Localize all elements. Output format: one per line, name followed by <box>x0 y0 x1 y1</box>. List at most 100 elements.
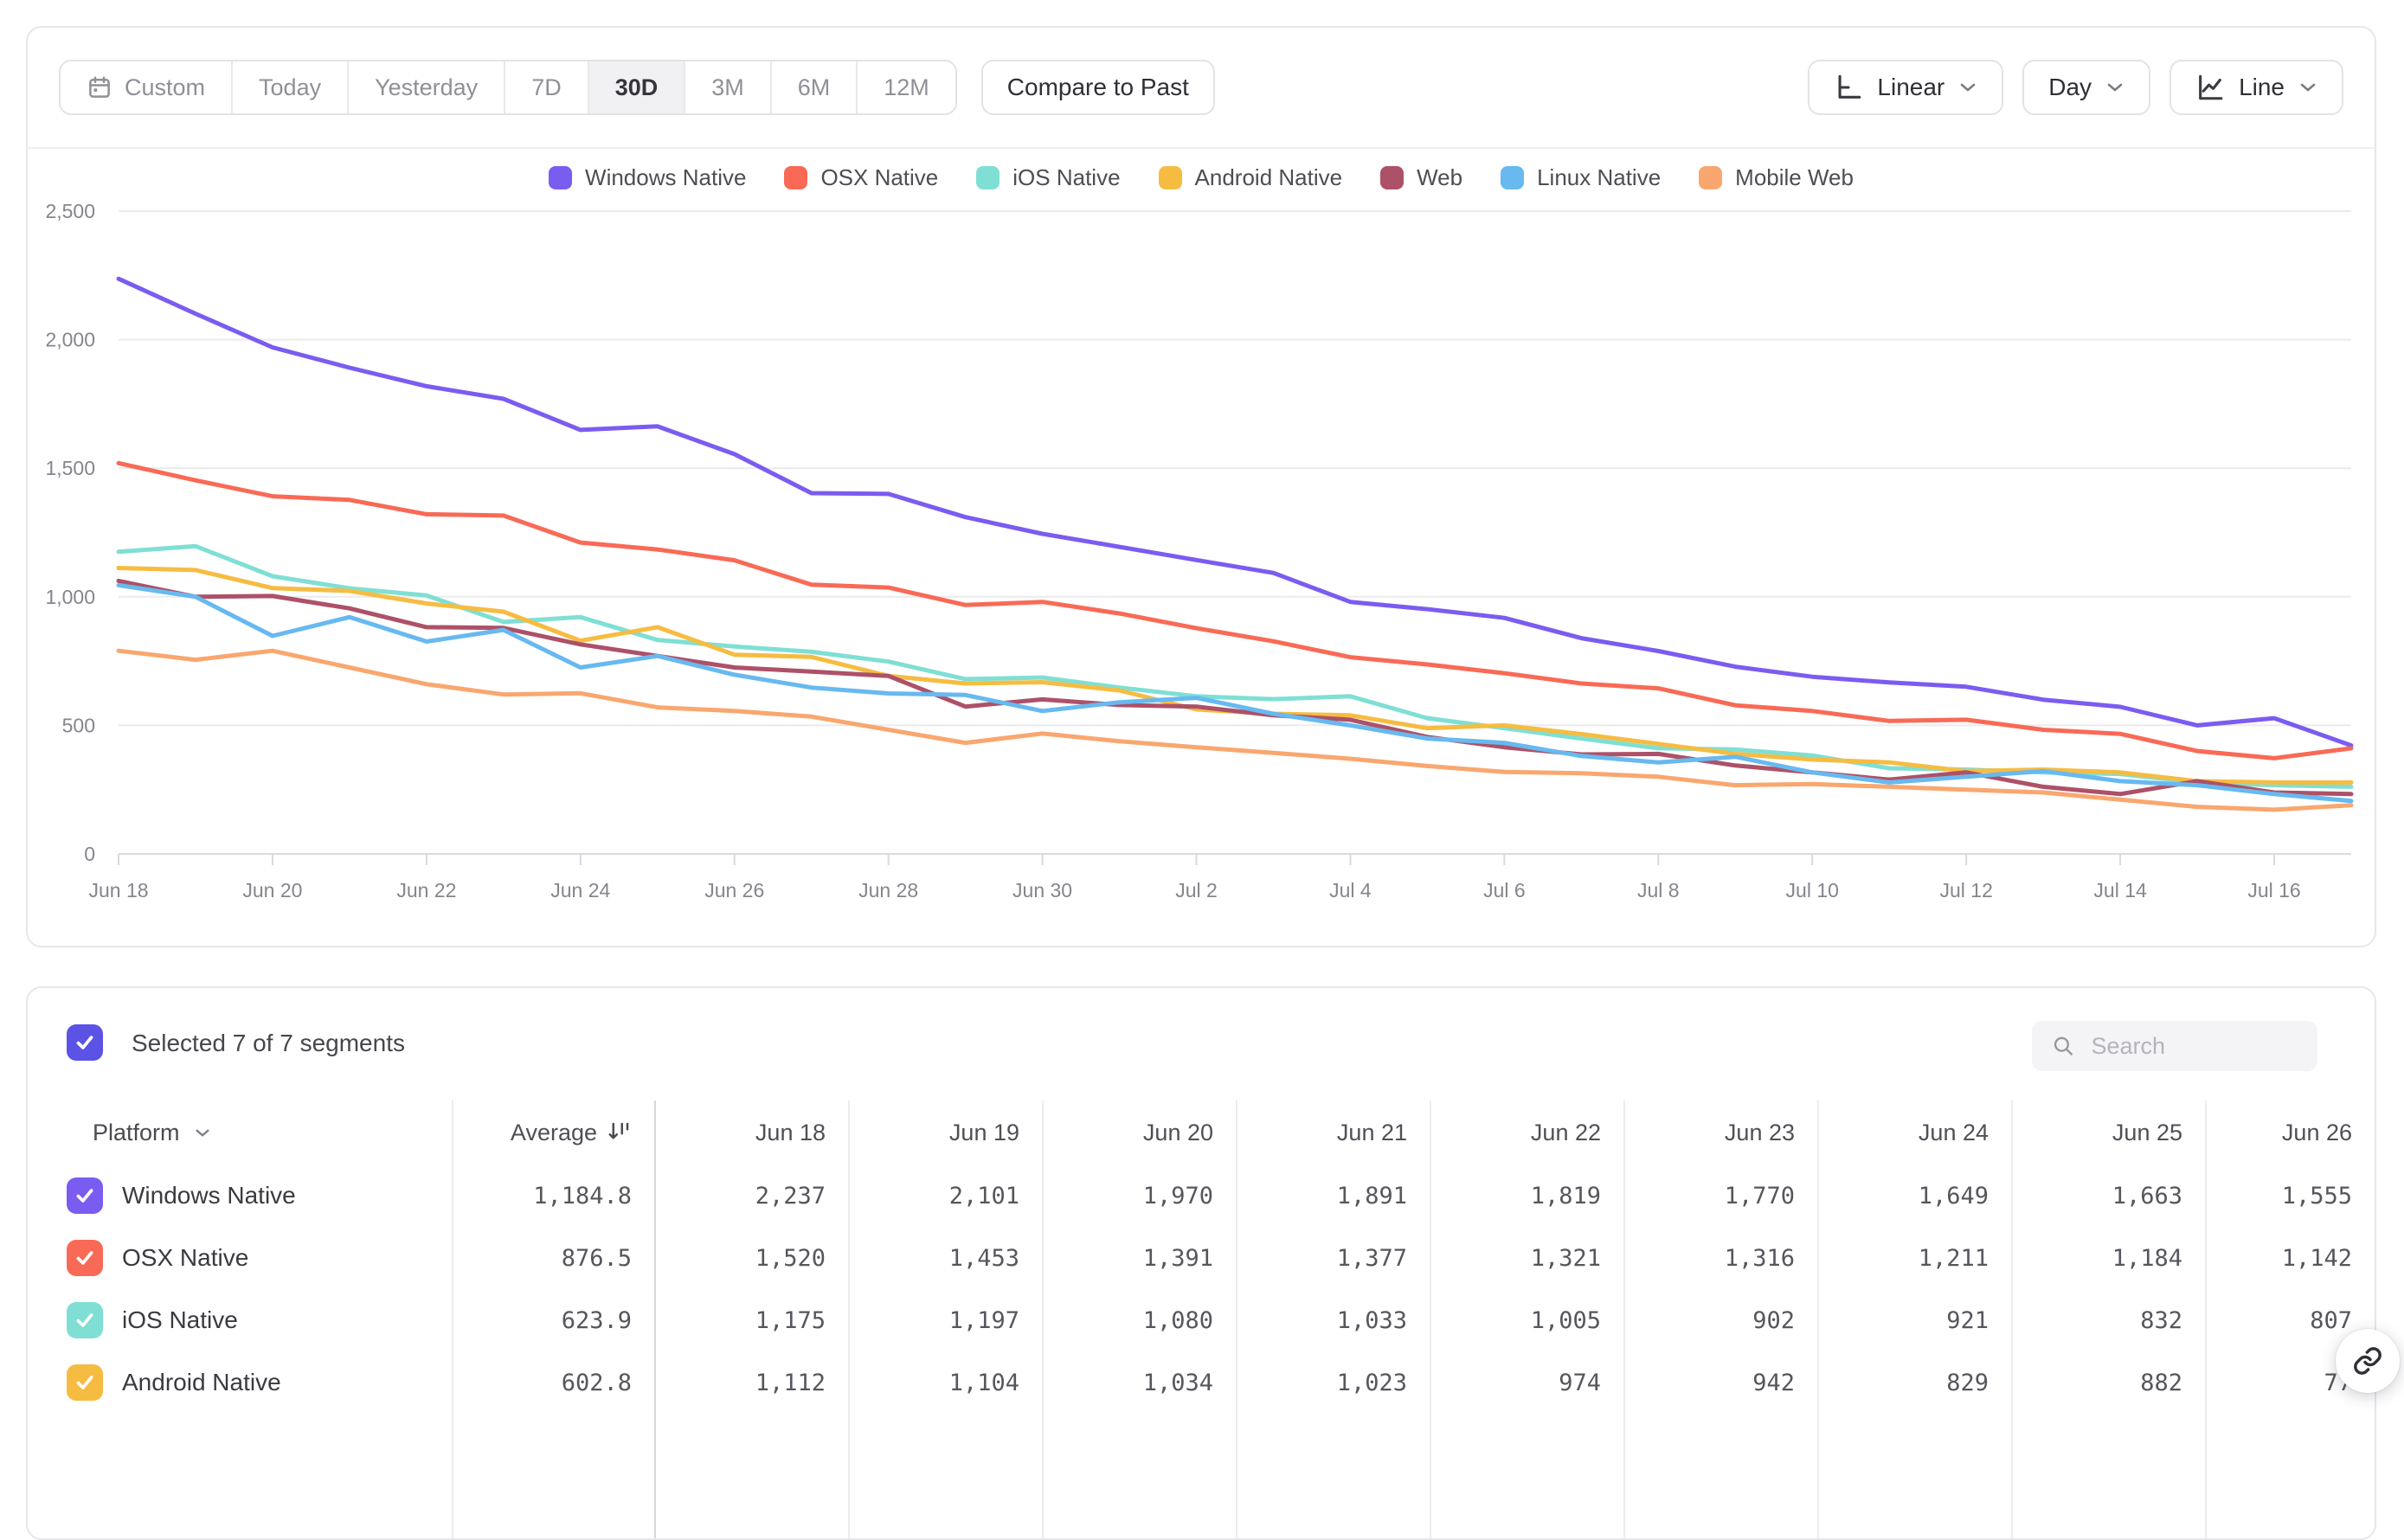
date-column-header[interactable]: Jun 21 <box>1236 1120 1430 1146</box>
check-icon <box>74 1031 96 1054</box>
cell-value: 1,112 <box>654 1370 848 1396</box>
line-chart-plot[interactable]: 05001,0001,5002,0002,500Jun 18Jun 20Jun … <box>28 201 2375 932</box>
scale-dropdown[interactable]: Linear <box>1808 60 2003 115</box>
search-input[interactable] <box>2091 1033 2298 1060</box>
date-column-header[interactable]: Jun 24 <box>1817 1120 2011 1146</box>
segments-table: PlatformAverageJun 18Jun 19Jun 20Jun 21J… <box>28 1100 2375 1538</box>
legend-item[interactable]: Linux Native <box>1501 164 1661 191</box>
cell-value: 974 <box>1430 1370 1623 1396</box>
chevron-down-icon <box>2298 81 2317 93</box>
row-checkbox[interactable] <box>67 1177 103 1214</box>
cell-value: 1,520 <box>654 1245 848 1272</box>
date-range-segmented-control: Custom TodayYesterday 7D 30D3M6M12M <box>59 60 957 115</box>
cell-value: 902 <box>1623 1307 1817 1334</box>
series-line-osx-native[interactable] <box>119 463 2351 758</box>
average-value: 602.8 <box>452 1370 654 1396</box>
svg-text:2,000: 2,000 <box>45 329 95 351</box>
date-column-header[interactable]: Jun 18 <box>654 1120 848 1146</box>
sort-descending-icon <box>606 1120 632 1145</box>
table-toolbar: Selected 7 of 7 segments <box>28 988 2375 1100</box>
range-7d[interactable]: 7D <box>505 61 589 113</box>
cell-value: 1,663 <box>2011 1183 2205 1210</box>
chart-legend: Windows Native OSX Native iOS Native Androi… <box>28 164 2375 191</box>
average-value: 876.5 <box>452 1245 654 1272</box>
legend-item[interactable]: iOS Native <box>976 164 1120 191</box>
svg-text:Jun 20: Jun 20 <box>242 879 302 902</box>
svg-text:Jun 22: Jun 22 <box>396 879 456 902</box>
date-column-header[interactable]: Jun 20 <box>1042 1120 1236 1146</box>
date-column-header[interactable]: Jun 19 <box>848 1120 1042 1146</box>
linear-axis-icon <box>1834 73 1863 102</box>
chevron-down-icon <box>1958 81 1977 93</box>
table-row-windows-native: Windows Native1,184.82,2372,1011,9701,89… <box>28 1165 2375 1227</box>
average-column-header[interactable]: Average <box>452 1120 654 1146</box>
legend-item[interactable]: OSX Native <box>784 164 938 191</box>
svg-text:Jul 12: Jul 12 <box>1939 879 1992 902</box>
svg-text:0: 0 <box>84 843 95 865</box>
chart-toolbar: Custom TodayYesterday 7D 30D3M6M12M Compare… <box>28 28 2375 149</box>
cell-value: 1,316 <box>1623 1245 1817 1272</box>
range-yesterday[interactable]: Yesterday <box>349 61 505 113</box>
copy-link-button[interactable] <box>2336 1329 2400 1393</box>
range-today[interactable]: Today <box>233 61 349 113</box>
cell-value: 1,453 <box>848 1245 1042 1272</box>
svg-text:Jul 2: Jul 2 <box>1175 879 1218 902</box>
compare-to-past-button[interactable]: Compare to Past <box>981 60 1215 115</box>
interval-label: Day <box>2048 74 2092 101</box>
range-30d[interactable]: 30D <box>589 61 686 113</box>
range-6m[interactable]: 6M <box>772 61 858 113</box>
cell-value: 1,034 <box>1042 1370 1236 1396</box>
cell-value: 1,023 <box>1236 1370 1430 1396</box>
series-line-mobile-web[interactable] <box>119 651 2351 810</box>
chart-type-dropdown[interactable]: Line <box>2169 60 2343 115</box>
cell-value: 1,033 <box>1236 1307 1430 1334</box>
platform-header-label: Platform <box>93 1120 180 1146</box>
svg-text:Jun 24: Jun 24 <box>550 879 610 902</box>
legend-item[interactable]: Android Native <box>1159 164 1343 191</box>
row-checkbox[interactable] <box>67 1240 103 1276</box>
cell-value: 1,211 <box>1817 1245 2011 1272</box>
select-all-checkbox[interactable] <box>67 1024 103 1061</box>
date-column-header[interactable]: Jun 23 <box>1623 1120 1817 1146</box>
table-row-android-native: Android Native602.81,1121,1041,0341,0239… <box>28 1351 2375 1414</box>
range-custom[interactable]: Custom <box>61 61 233 113</box>
table-row-ios-native: iOS Native623.91,1751,1971,0801,0331,005… <box>28 1289 2375 1351</box>
calendar-icon <box>87 74 112 100</box>
legend-swatch <box>1380 166 1404 189</box>
scale-label: Linear <box>1877 74 1944 101</box>
svg-text:Jul 10: Jul 10 <box>1786 879 1839 902</box>
svg-text:Jul 8: Jul 8 <box>1637 879 1680 902</box>
search-box <box>2032 1021 2317 1071</box>
legend-swatch <box>784 166 807 189</box>
cell-value: 832 <box>2011 1307 2205 1334</box>
series-line-windows-native[interactable] <box>119 279 2351 745</box>
range-3m[interactable]: 3M <box>685 61 772 113</box>
chevron-down-icon <box>2105 81 2124 93</box>
interval-dropdown[interactable]: Day <box>2022 60 2150 115</box>
cell-value: 1,770 <box>1623 1183 1817 1210</box>
link-icon <box>2352 1345 2383 1376</box>
legend-label: Web <box>1417 164 1462 191</box>
platform-name: iOS Native <box>122 1306 238 1334</box>
platform-name: OSX Native <box>122 1244 248 1272</box>
line-chart-icon <box>2195 73 2225 102</box>
svg-text:1,500: 1,500 <box>45 457 95 479</box>
platform-column-header[interactable]: Platform <box>28 1120 452 1146</box>
svg-text:2,500: 2,500 <box>45 201 95 222</box>
date-column-header[interactable]: Jun 22 <box>1430 1120 1623 1146</box>
analytics-dashboard: { "toolbar": { "date_ranges": ["Custom",… <box>0 0 2404 1398</box>
date-column-header[interactable]: Jun 26 <box>2205 1120 2376 1146</box>
range-label: Custom <box>125 74 205 101</box>
range-label: 7D <box>531 74 562 101</box>
svg-text:Jun 28: Jun 28 <box>858 879 918 902</box>
row-checkbox[interactable] <box>67 1364 103 1401</box>
range-12m[interactable]: 12M <box>858 61 955 113</box>
legend-item[interactable]: Mobile Web <box>1699 164 1854 191</box>
average-header-label: Average <box>511 1120 597 1146</box>
legend-item[interactable]: Web <box>1380 164 1462 191</box>
date-column-header[interactable]: Jun 25 <box>2011 1120 2205 1146</box>
legend-item[interactable]: Windows Native <box>549 164 746 191</box>
row-checkbox[interactable] <box>67 1302 103 1338</box>
cell-value: 1,104 <box>848 1370 1042 1396</box>
legend-label: Mobile Web <box>1735 164 1854 191</box>
